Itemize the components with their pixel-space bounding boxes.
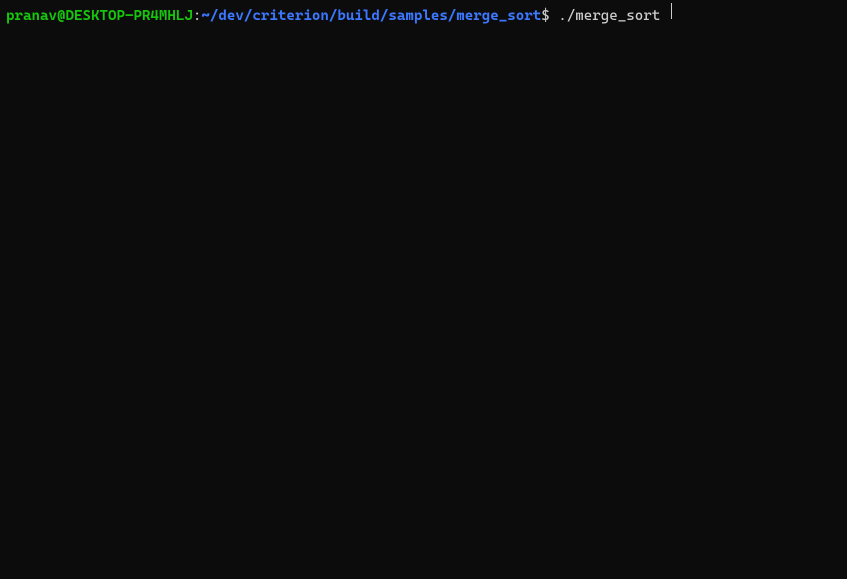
command-text: ./merge_sort	[550, 8, 669, 25]
current-path: ~/dev/criterion/build/samples/merge_sort	[201, 8, 541, 25]
cursor-icon	[671, 3, 672, 19]
terminal-prompt-line[interactable]: pranav@DESKTOP-PR4MHLJ:~/dev/criterion/b…	[6, 4, 841, 25]
user-host: pranav@DESKTOP-PR4MHLJ	[6, 8, 193, 25]
prompt-symbol: $	[541, 8, 550, 25]
separator: :	[193, 8, 202, 25]
